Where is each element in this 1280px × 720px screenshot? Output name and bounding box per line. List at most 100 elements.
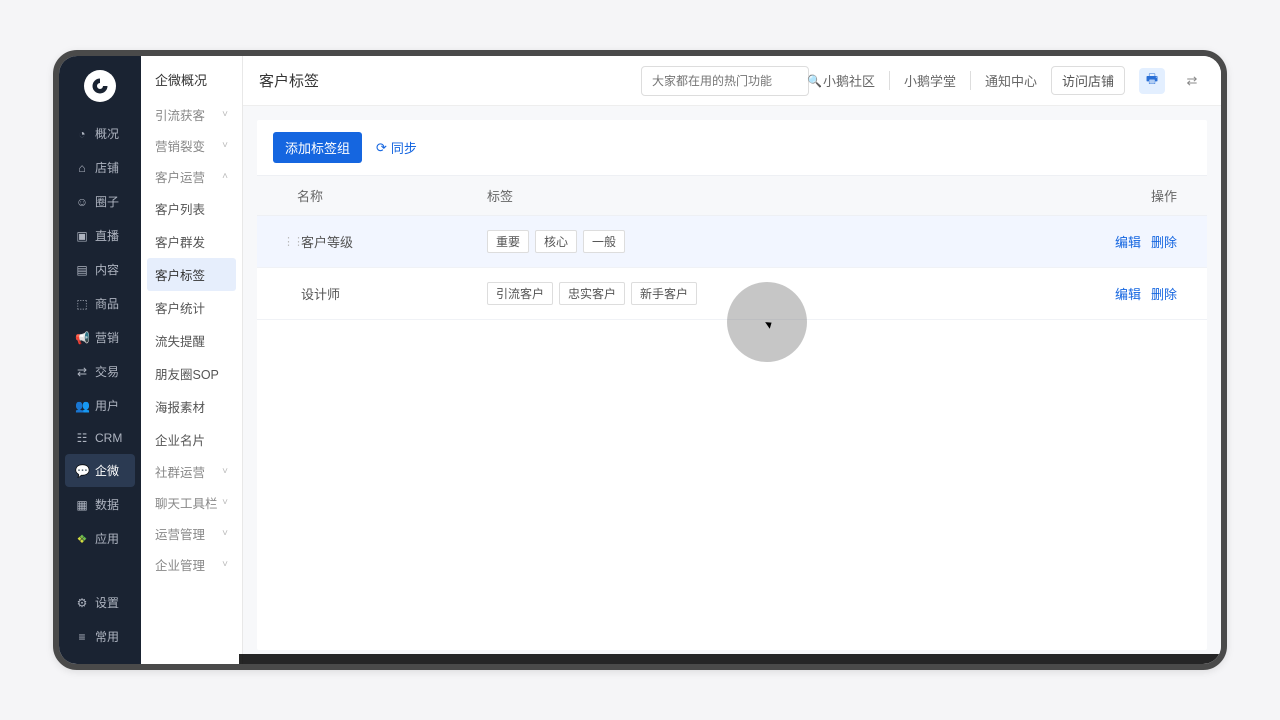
- sub-nav-title: 企微概况: [147, 66, 236, 99]
- main-area: 客户标签 🔍 小鹅社区 小鹅学堂 通知中心 访问店铺 🖶 ⇄ 添加标签组 ⟳: [243, 56, 1221, 664]
- delete-link[interactable]: 删除: [1151, 235, 1177, 250]
- nav-商品[interactable]: ⬚ 商品: [65, 287, 135, 320]
- nav-label: 用户: [95, 397, 119, 414]
- sublink-客户群发[interactable]: 客户群发: [147, 225, 236, 258]
- table-header: 名称 标签 操作: [257, 175, 1207, 216]
- search-box[interactable]: 🔍: [641, 66, 809, 96]
- search-input[interactable]: [652, 74, 807, 88]
- sublink-朋友圈SOP[interactable]: 朋友圈SOP: [147, 357, 236, 390]
- subgroup-运营管理[interactable]: 运营管理 ˅: [147, 518, 236, 549]
- nav-icon: ◔: [75, 127, 89, 141]
- nav-label: 商品: [95, 295, 119, 312]
- sublink-客户统计[interactable]: 客户统计: [147, 291, 236, 324]
- tag-pill[interactable]: 忠实客户: [559, 282, 625, 305]
- bottom-edge: [239, 654, 1221, 664]
- sync-label: 同步: [391, 138, 417, 157]
- table-row: 设计师 引流客户忠实客户新手客户 编辑删除: [257, 268, 1207, 320]
- page-title: 客户标签: [259, 70, 319, 91]
- tag-pill[interactable]: 一般: [583, 230, 625, 253]
- sublink-流失提醒[interactable]: 流失提醒: [147, 324, 236, 357]
- visit-store-button[interactable]: 访问店铺: [1051, 66, 1125, 95]
- logo[interactable]: [84, 70, 116, 102]
- add-tag-group-button[interactable]: 添加标签组: [273, 132, 362, 163]
- nav-label: 内容: [95, 261, 119, 278]
- nav-营销[interactable]: 📢 营销: [65, 321, 135, 354]
- tag-pill[interactable]: 核心: [535, 230, 577, 253]
- search-icon[interactable]: 🔍: [807, 74, 822, 88]
- subgroup-社群运营[interactable]: 社群运营˅: [147, 456, 236, 487]
- subgroup-引流获客[interactable]: 引流获客˅: [147, 99, 236, 130]
- drag-handle-icon[interactable]: ⋮⋮: [283, 235, 295, 248]
- nav-CRM[interactable]: ☷ CRM: [65, 423, 135, 453]
- nav-icon: ▦: [75, 498, 89, 512]
- nav-label: 应用: [95, 530, 119, 547]
- sub-nav: 企微概况 引流获客˅ 营销裂变 ˅ 客户运营˄客户列表客户群发客户标签客户统计流失提醒…: [141, 56, 243, 664]
- nav-label: 常用: [95, 628, 119, 645]
- nav-label: 交易: [95, 363, 119, 380]
- nav-label: 营销: [95, 329, 119, 346]
- row-name: 客户等级: [301, 232, 353, 251]
- nav-icon: ⌂: [75, 161, 89, 175]
- chevron-down-icon: ˅: [222, 466, 228, 477]
- link-academy[interactable]: 小鹅学堂: [889, 71, 956, 90]
- sublink-客户列表[interactable]: 客户列表: [147, 192, 236, 225]
- sublink-企业名片[interactable]: 企业名片: [147, 423, 236, 456]
- edit-link[interactable]: 编辑: [1115, 287, 1141, 302]
- subgroup-企业管理[interactable]: 企业管理 ˅: [147, 549, 236, 580]
- chevron-down-icon: ˅: [222, 559, 228, 570]
- sync-button[interactable]: ⟳ 同步: [376, 138, 417, 157]
- nav-用户[interactable]: 👥 用户: [65, 389, 135, 422]
- chevron-down-icon: ˅: [222, 140, 228, 151]
- subgroup-label: 运营管理: [155, 524, 205, 543]
- nav-直播[interactable]: ▣直播: [65, 219, 135, 252]
- nav-圈子[interactable]: ☺圈子: [65, 185, 135, 218]
- chevron-down-icon: ˅: [222, 497, 228, 508]
- sublink-客户标签[interactable]: 客户标签: [147, 258, 236, 291]
- nav-店铺[interactable]: ⌂ 店铺: [65, 151, 135, 184]
- nav-icon: 📢: [75, 331, 89, 345]
- swap-icon[interactable]: ⇄: [1179, 68, 1205, 94]
- nav-内容[interactable]: ▤ 内容: [65, 253, 135, 286]
- nav-企微[interactable]: 💬企微: [65, 454, 135, 487]
- tag-pill[interactable]: 重要: [487, 230, 529, 253]
- tag-pill[interactable]: 引流客户: [487, 282, 553, 305]
- sublink-海报素材[interactable]: 海报素材: [147, 390, 236, 423]
- nav-label: CRM: [95, 431, 122, 445]
- nav-数据[interactable]: ▦数据: [65, 488, 135, 521]
- nav-设置[interactable]: ⚙设置: [65, 586, 135, 619]
- subgroup-聊天工具栏[interactable]: 聊天工具栏 ˅: [147, 487, 236, 518]
- nav-icon: ❖: [75, 532, 89, 546]
- table-row: ⋮⋮ 客户等级 重要核心一般 编辑删除: [257, 216, 1207, 268]
- chevron-down-icon: ˅: [222, 528, 228, 539]
- row-name: 设计师: [301, 284, 340, 303]
- nav-icon: 👥: [75, 399, 89, 413]
- nav-常用[interactable]: ≡常用: [65, 620, 135, 653]
- print-icon[interactable]: 🖶: [1139, 68, 1165, 94]
- nav-应用[interactable]: ❖ 应用: [65, 522, 135, 555]
- subgroup-客户运营[interactable]: 客户运营˄: [147, 161, 236, 192]
- subgroup-label: 营销裂变: [155, 136, 205, 155]
- subgroup-label: 聊天工具栏: [155, 493, 218, 512]
- edit-link[interactable]: 编辑: [1115, 235, 1141, 250]
- nav-icon: 💬: [75, 464, 89, 478]
- nav-icon: ▣: [75, 229, 89, 243]
- nav-icon: ☷: [75, 431, 89, 445]
- nav-icon: ⚙: [75, 596, 89, 610]
- nav-概况[interactable]: ◔ 概况: [65, 117, 135, 150]
- nav-icon: ⬚: [75, 297, 89, 311]
- subgroup-label: 客户运营: [155, 167, 205, 186]
- delete-link[interactable]: 删除: [1151, 287, 1177, 302]
- tag-pill[interactable]: 新手客户: [631, 282, 697, 305]
- subgroup-营销裂变[interactable]: 营销裂变 ˅: [147, 130, 236, 161]
- nav-label: 概况: [95, 125, 119, 142]
- nav-icon: ⇄: [75, 365, 89, 379]
- col-ops: 操作: [1077, 186, 1177, 205]
- refresh-icon: ⟳: [376, 140, 387, 156]
- nav-icon: ▤: [75, 263, 89, 277]
- nav-label: 圈子: [95, 193, 119, 210]
- link-notify[interactable]: 通知中心: [970, 71, 1037, 90]
- link-community[interactable]: 小鹅社区: [823, 71, 875, 90]
- subgroup-label: 企业管理: [155, 555, 205, 574]
- nav-交易[interactable]: ⇄ 交易: [65, 355, 135, 388]
- nav-label: 店铺: [95, 159, 119, 176]
